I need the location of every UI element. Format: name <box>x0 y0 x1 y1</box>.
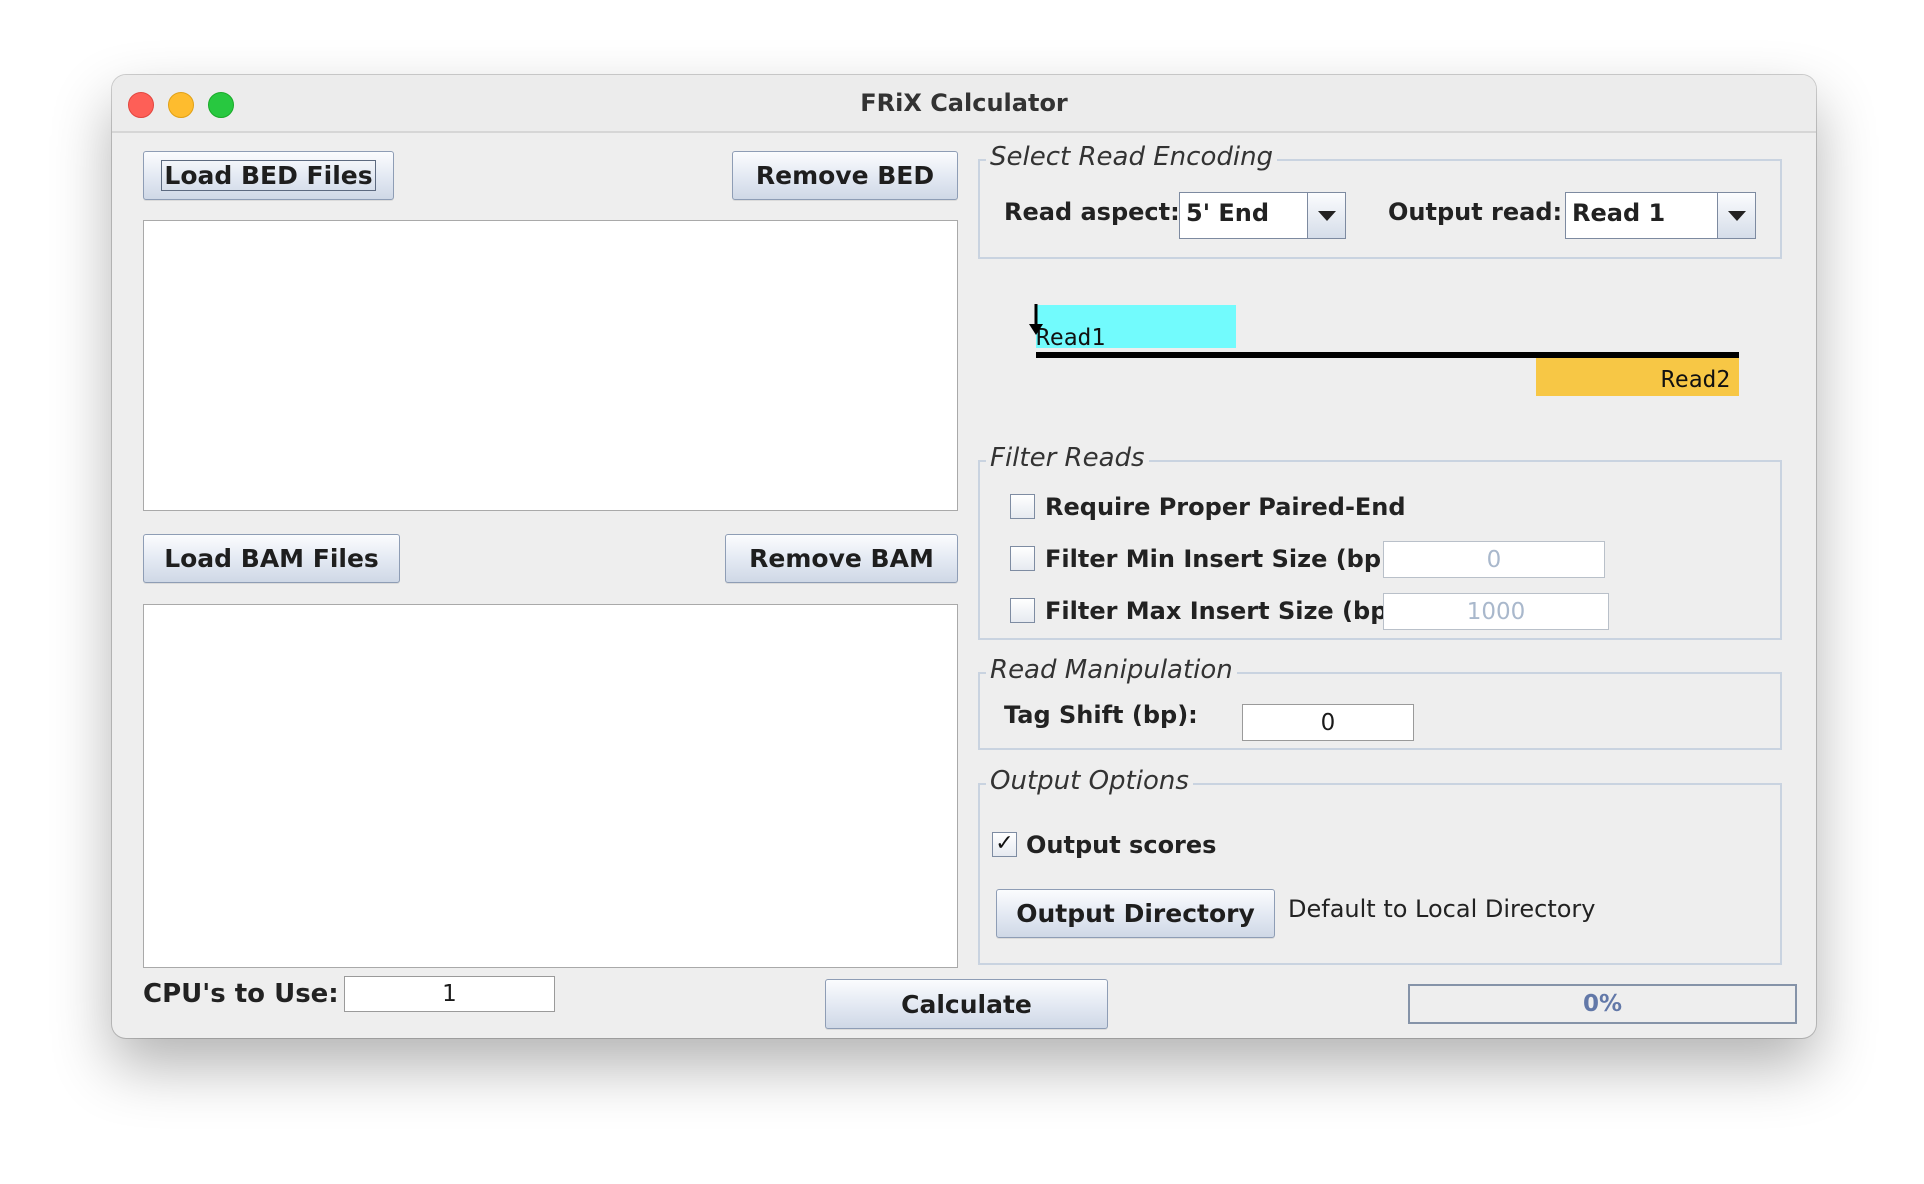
output-options-legend: Output Options <box>986 766 1193 796</box>
output-read-value: Read 1 <box>1572 199 1666 227</box>
app-window: FRiX Calculator Load BED Files Remove BE… <box>112 75 1816 1038</box>
read-encoding-legend: Select Read Encoding <box>986 142 1278 172</box>
output-scores-label: Output scores <box>1026 831 1217 859</box>
filter-reads-legend: Filter Reads <box>986 443 1149 473</box>
output-directory-button[interactable]: Output Directory <box>996 889 1275 938</box>
position-arrow-icon <box>1029 304 1043 335</box>
remove-bam-button[interactable]: Remove BAM <box>725 534 958 583</box>
progress-bar: 0% <box>1408 984 1797 1024</box>
min-insert-field[interactable]: 0 <box>1383 541 1605 578</box>
tag-shift-field[interactable]: 0 <box>1242 704 1414 741</box>
cpu-field[interactable]: 1 <box>344 976 555 1012</box>
remove-bed-button[interactable]: Remove BED <box>732 151 958 200</box>
load-bam-button[interactable]: Load BAM Files <box>143 534 400 583</box>
load-bed-label: Load BED Files <box>161 160 376 191</box>
load-bed-button[interactable]: Load BED Files <box>143 151 394 200</box>
bam-file-list[interactable] <box>143 604 958 968</box>
read-aspect-label: Read aspect: <box>1004 198 1180 226</box>
tag-shift-label: Tag Shift (bp): <box>1004 701 1198 729</box>
read2-label: Read2 <box>1661 367 1731 393</box>
window-title: FRiX Calculator <box>860 89 1068 117</box>
title-bar: FRiX Calculator <box>112 75 1816 133</box>
calculate-button[interactable]: Calculate <box>825 979 1108 1029</box>
chevron-down-icon <box>1717 193 1755 238</box>
read-aspect-dropdown[interactable]: 5' End <box>1179 192 1346 239</box>
output-directory-path: Default to Local Directory <box>1288 895 1596 923</box>
output-scores-checkbox[interactable]: ✓ <box>992 832 1017 857</box>
read-aspect-value: 5' End <box>1186 199 1270 227</box>
min-insert-checkbox[interactable] <box>1010 546 1035 571</box>
max-insert-label: Filter Max Insert Size (bp) <box>1045 597 1399 625</box>
chevron-down-icon <box>1307 193 1345 238</box>
progress-text: 0% <box>1582 991 1623 1017</box>
min-insert-label: Filter Min Insert Size (bp) <box>1045 545 1392 573</box>
bed-file-list[interactable] <box>143 220 958 511</box>
output-read-dropdown[interactable]: Read 1 <box>1565 192 1756 239</box>
max-insert-checkbox[interactable] <box>1010 598 1035 623</box>
proper-paired-checkbox[interactable] <box>1010 494 1035 519</box>
cpu-label: CPU's to Use: <box>143 979 339 1009</box>
output-read-label: Output read: <box>1388 198 1563 226</box>
max-insert-field[interactable]: 1000 <box>1383 593 1609 630</box>
read-manipulation-legend: Read Manipulation <box>986 655 1237 685</box>
read1-label: Read1 <box>1036 325 1106 351</box>
proper-paired-label: Require Proper Paired-End <box>1045 493 1406 521</box>
